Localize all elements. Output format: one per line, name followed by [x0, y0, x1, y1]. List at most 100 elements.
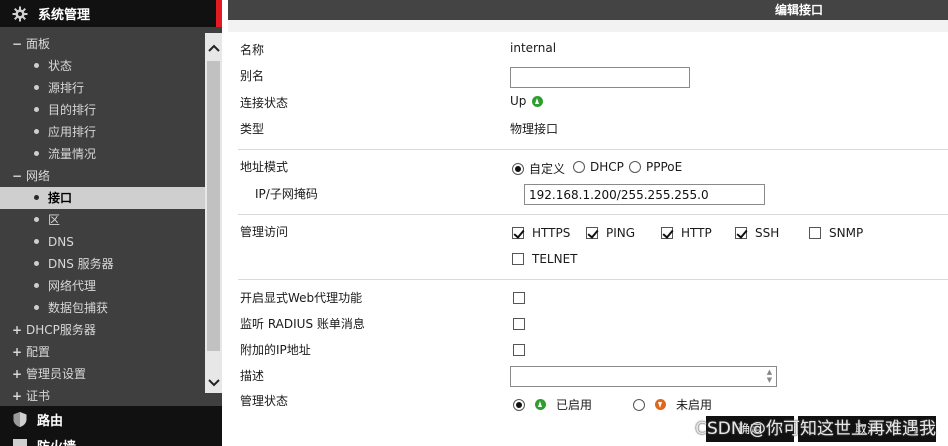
radio-label: DHCP — [590, 160, 624, 174]
ip-mask-input[interactable] — [524, 184, 765, 205]
tree-item-app-rank[interactable]: 应用排行 — [0, 121, 205, 143]
checkbox-icon[interactable] — [586, 227, 598, 239]
extra-ip-label: 附加的IP地址 — [240, 343, 311, 357]
tree-item-source-rank[interactable]: 源排行 — [0, 77, 205, 99]
radius-checkbox[interactable] — [513, 318, 525, 330]
tree-item-dest-rank[interactable]: 目的排行 — [0, 99, 205, 121]
radio-label: 未启用 — [676, 398, 713, 412]
admin-status-enabled-radio[interactable]: 已启用 — [513, 396, 592, 413]
status-down-icon — [655, 399, 666, 410]
scroll-up-icon[interactable] — [205, 39, 222, 56]
description-label: 描述 — [240, 369, 265, 383]
access-http-checkbox[interactable]: HTTP — [661, 226, 712, 240]
access-telnet-checkbox[interactable]: TELNET — [512, 252, 578, 266]
tree-label: 应用排行 — [48, 125, 97, 139]
sidebar-section-routing[interactable]: 路由 — [0, 406, 222, 432]
checkbox-label: HTTPS — [532, 226, 571, 240]
bullet-icon — [34, 217, 39, 222]
alias-label: 别名 — [240, 69, 265, 83]
divider — [238, 214, 948, 215]
tree-label: 网络代理 — [48, 279, 97, 293]
bullet-icon — [34, 129, 39, 134]
bullet-icon — [34, 151, 39, 156]
nav-tree: − 面板 状态 源排行 目的排行 应用排行 流量情况 − 网络 接口 区 DNS D… — [0, 33, 205, 407]
sidebar-section-firewall[interactable]: 防火墙 — [0, 432, 222, 446]
tree-label: 配置 — [26, 345, 51, 359]
tree-node-dhcp[interactable]: + DHCP服务器 — [0, 319, 205, 341]
tree-label: 区 — [48, 213, 61, 227]
tree-node-admin-settings[interactable]: + 管理员设置 — [0, 363, 205, 385]
radio-icon[interactable] — [629, 161, 641, 173]
radio-icon[interactable] — [512, 162, 524, 175]
firewall-icon — [11, 436, 29, 446]
tree-label: 接口 — [48, 191, 73, 205]
tree-item-packet-capture[interactable]: 数据包捕获 — [0, 297, 205, 319]
sidebar-header-label: 系统管理 — [38, 8, 91, 23]
tree-node-dashboard[interactable]: − 面板 — [0, 33, 205, 55]
divider — [238, 279, 948, 280]
status-up-icon — [535, 399, 546, 410]
checkbox-icon[interactable] — [512, 227, 524, 239]
tree-item-dns-server[interactable]: DNS 服务器 — [0, 253, 205, 275]
tree-item-status[interactable]: 状态 — [0, 55, 205, 77]
ip-mask-label: IP/子网掩码 — [255, 187, 318, 201]
expand-icon: + — [12, 323, 23, 337]
shield-icon — [11, 410, 29, 428]
tree-item-interface[interactable]: 接口 — [0, 187, 205, 209]
status-up-icon — [532, 95, 544, 107]
tree-item-proxy[interactable]: 网络代理 — [0, 275, 205, 297]
dialog-header-band — [228, 20, 948, 32]
addr-mode-pppoe-radio[interactable]: PPPoE — [629, 160, 682, 174]
access-ping-checkbox[interactable]: PING — [586, 226, 635, 240]
tree-node-config[interactable]: + 配置 — [0, 341, 205, 363]
description-textarea[interactable]: ▲ ▼ — [510, 366, 777, 387]
addr-mode-custom-radio[interactable]: 自定义 — [512, 160, 565, 177]
resize-spinner-icon[interactable]: ▲ ▼ — [765, 368, 774, 385]
divider — [238, 149, 948, 150]
checkbox-label: TELNET — [532, 252, 578, 266]
sidebar-header-system-admin[interactable]: 系统管理 — [0, 0, 222, 27]
sidebar-scrollbar[interactable] — [205, 33, 222, 393]
tree-label: 目的排行 — [48, 103, 97, 117]
admin-access-label: 管理访问 — [240, 225, 289, 239]
admin-status-disabled-radio[interactable]: 未启用 — [633, 396, 712, 413]
radio-icon[interactable] — [633, 398, 645, 411]
tree-item-dns[interactable]: DNS — [0, 231, 205, 253]
bullet-icon — [34, 195, 39, 200]
checkbox-icon[interactable] — [512, 253, 524, 265]
alias-input[interactable] — [510, 67, 690, 88]
bullet-icon — [34, 283, 39, 288]
addr-mode-dhcp-radio[interactable]: DHCP — [573, 160, 624, 174]
tree-label: 数据包捕获 — [48, 301, 109, 315]
accent-bar — [216, 0, 222, 27]
scrollbar-thumb[interactable] — [207, 61, 220, 351]
checkbox-icon[interactable] — [661, 227, 673, 239]
access-snmp-checkbox[interactable]: SNMP — [809, 226, 863, 240]
radio-label: 自定义 — [529, 162, 566, 176]
checkbox-icon[interactable] — [809, 227, 821, 239]
sidebar-section-label: 防火墙 — [37, 436, 76, 446]
radio-icon[interactable] — [573, 161, 585, 173]
bullet-icon — [34, 261, 39, 266]
link-status-label: 连接状态 — [240, 96, 289, 110]
tree-node-network[interactable]: − 网络 — [0, 165, 205, 187]
tree-item-traffic[interactable]: 流量情况 — [0, 143, 205, 165]
gear-icon — [11, 5, 29, 23]
expand-icon: + — [12, 367, 23, 381]
scroll-down-icon[interactable] — [205, 374, 222, 391]
bullet-icon — [34, 85, 39, 90]
tree-item-zone[interactable]: 区 — [0, 209, 205, 231]
radio-icon[interactable] — [513, 398, 525, 411]
access-https-checkbox[interactable]: HTTPS — [512, 226, 570, 240]
radio-label: PPPoE — [646, 160, 683, 174]
bullet-icon — [34, 63, 39, 68]
admin-status-label: 管理状态 — [240, 394, 289, 408]
sidebar: 系统管理 − 面板 状态 源排行 目的排行 应用排行 流量情况 − 网络 接口 区 … — [0, 0, 222, 446]
access-ssh-checkbox[interactable]: SSH — [735, 226, 779, 240]
web-proxy-checkbox[interactable] — [513, 292, 525, 304]
checkbox-icon[interactable] — [735, 227, 747, 239]
tree-node-certificates[interactable]: + 证书 — [0, 385, 205, 407]
tree-label: 网络 — [26, 169, 51, 183]
name-label: 名称 — [240, 43, 265, 57]
extra-ip-checkbox[interactable] — [513, 344, 525, 356]
